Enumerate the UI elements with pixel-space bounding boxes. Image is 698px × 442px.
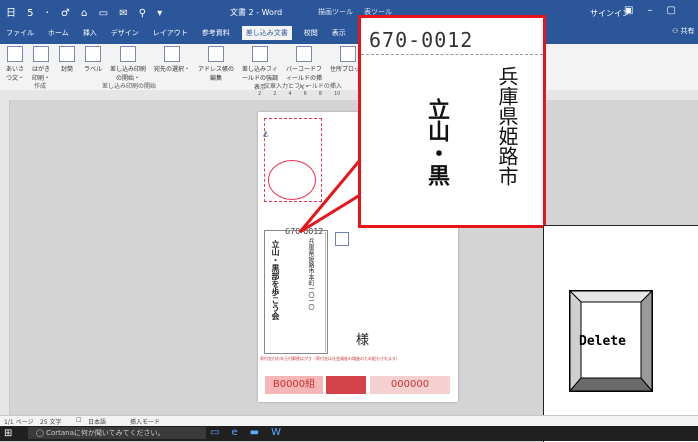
word-app-icon[interactable]: W [271, 427, 293, 438]
word-count[interactable]: 25 文字 [40, 417, 62, 426]
edge-icon[interactable]: e [231, 427, 249, 438]
zoom-recipient: 立山・黒 [424, 98, 450, 186]
taskbar: ⊞ ◯ Cortanaに何か聞いてみてください。 ▭e▬W [0, 426, 698, 441]
input-mode[interactable]: 挿入モード [130, 417, 160, 426]
task-view-icon[interactable]: ▭ [210, 427, 231, 438]
zoom-address: 兵庫県姫路市 [495, 66, 519, 186]
delete-key-label: Delete [579, 334, 626, 349]
language[interactable]: 日本語 [88, 417, 106, 426]
proofing-icon[interactable]: ☐ [76, 417, 81, 424]
taskbar-apps[interactable]: ▭e▬W [210, 427, 293, 438]
file-explorer-icon[interactable]: ▬ [250, 427, 271, 438]
cortana-icon: ◯ [36, 429, 47, 437]
zoom-callout: 670-0012 兵庫県姫路市 立山・黒 [358, 15, 546, 228]
cortana-search[interactable]: ◯ Cortanaに何か聞いてみてください。 [28, 427, 206, 439]
windows-start-icon[interactable]: ⊞ [4, 428, 12, 439]
zoom-postal-code: 670-0012 [369, 28, 474, 52]
zoom-selection-border [361, 54, 543, 63]
page-count[interactable]: 1/1 ページ [4, 417, 33, 426]
